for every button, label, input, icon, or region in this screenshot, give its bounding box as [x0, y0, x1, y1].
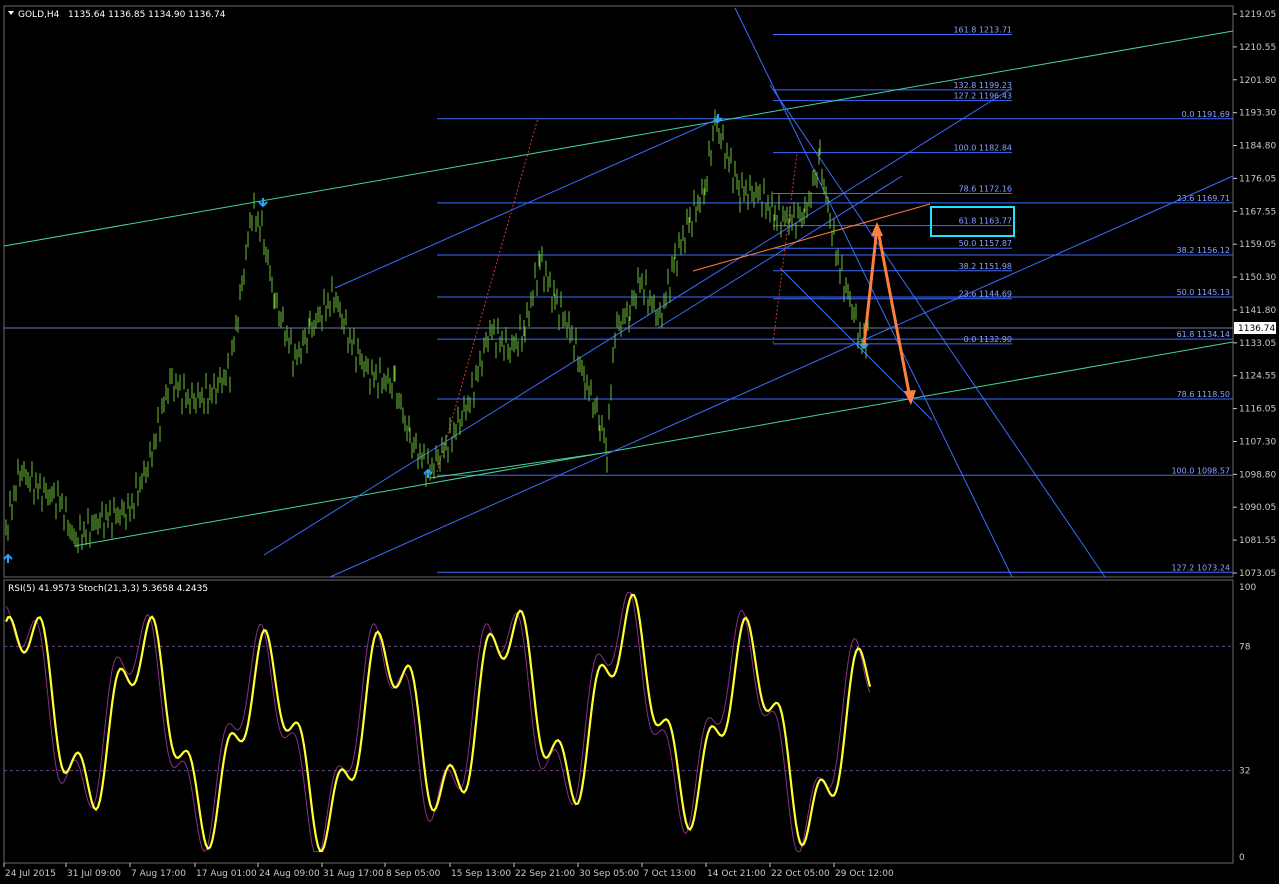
- time-axis-label: 17 Aug 01:00: [196, 869, 257, 879]
- fib-level-label: 38.2 1156.12: [1177, 246, 1230, 255]
- price-axis-label: 1159.05: [1239, 240, 1276, 250]
- indicator-axis-label: 0: [1239, 853, 1245, 863]
- current-price-tag: 1136.74: [1234, 322, 1276, 334]
- fib-level-label: 78.6 1172.16: [959, 185, 1012, 194]
- ohlc-readout: 1135.64 1136.85 1134.90 1136.74: [68, 10, 226, 20]
- symbol-label: GOLD,H4: [18, 10, 60, 20]
- fib-level-label: 38.2 1151.98: [959, 262, 1012, 271]
- time-axis-label: 8 Sep 05:00: [386, 869, 441, 879]
- fib-level-label: 61.8 1134.14: [1177, 330, 1230, 339]
- price-axis-label: 1193.30: [1239, 109, 1276, 119]
- indicator-axis: 100 78 32 0: [1239, 583, 1256, 863]
- price-axis-label: 1201.80: [1239, 76, 1276, 86]
- price-axis-label: 1219.05: [1239, 10, 1276, 20]
- price-axis-label: 1176.05: [1239, 174, 1276, 184]
- indicator-axis-label: 78: [1239, 642, 1251, 652]
- current-price-label: 1136.74: [1238, 324, 1275, 334]
- price-axis-label: 1107.30: [1239, 437, 1276, 447]
- price-axis-label: 1184.80: [1239, 142, 1276, 152]
- chart-header: GOLD,H4 1135.64 1136.85 1134.90 1136.74: [8, 10, 226, 20]
- time-axis-label: 24 Aug 09:00: [259, 869, 320, 879]
- fib-level-label: 0.0 1132.90: [964, 335, 1012, 344]
- indicator-axis-label: 32: [1239, 767, 1250, 777]
- fib-level-label: 61.8 1163.77: [959, 217, 1012, 226]
- time-axis-label: 7 Oct 13:00: [643, 869, 696, 879]
- fib-level-label: 0.0 1191.69: [1182, 110, 1230, 119]
- time-axis-label: 15 Sep 13:00: [451, 869, 511, 879]
- price-axis-label: 1150.30: [1239, 273, 1276, 283]
- time-axis-label: 22 Oct 05:00: [771, 869, 830, 879]
- fib-level-label: 50.0 1157.87: [959, 239, 1012, 248]
- time-axis-label: 7 Aug 17:00: [131, 869, 186, 879]
- price-axis-label: 1124.55: [1239, 372, 1276, 382]
- price-axis-label: 1073.05: [1239, 569, 1276, 579]
- price-axis-label: 1210.55: [1239, 43, 1276, 53]
- price-axis-label: 1116.05: [1239, 405, 1276, 415]
- indicator-axis-label: 100: [1239, 583, 1256, 593]
- price-axis-label: 1141.80: [1239, 306, 1276, 316]
- fib-level-label: 100.0 1182.84: [953, 144, 1012, 153]
- fib-level-label: 23.6 1169.71: [1177, 194, 1230, 203]
- price-axis-label: 1167.55: [1239, 207, 1276, 217]
- time-axis-label: 22 Sep 21:00: [515, 869, 575, 879]
- fib-level-label: 50.0 1145.13: [1177, 288, 1230, 297]
- indicator-label: RSI(5) 41.9573 Stoch(21,3,3) 5.3658 4.24…: [8, 584, 208, 594]
- fib-level-label: 132.8 1199.23: [953, 81, 1012, 90]
- fib-level-label: 127.2 1073.24: [1171, 563, 1230, 572]
- chart-window: GOLD,H4 1135.64 1136.85 1134.90 1136.74 …: [3, 5, 1276, 879]
- price-axis-label: 1133.05: [1239, 339, 1276, 349]
- price-axis: 1219.05 1210.55 1201.80 1193.30 1184.80 1176.…: [1233, 10, 1276, 579]
- time-axis-label: 29 Oct 12:00: [835, 869, 894, 879]
- indicator-panel[interactable]: [3, 579, 1234, 864]
- price-axis-label: 1090.05: [1239, 503, 1276, 513]
- price-panel[interactable]: [3, 5, 1234, 578]
- time-axis-label: 14 Oct 21:00: [707, 869, 766, 879]
- time-axis: 24 Jul 2015 31 Jul 09:00 7 Aug 17:00 17 Aug…: [3, 863, 894, 879]
- fib-level-label: 161.8 1213.71: [953, 25, 1012, 34]
- price-axis-label: 1098.80: [1239, 470, 1276, 480]
- time-axis-label: 31 Aug 17:00: [323, 869, 384, 879]
- time-axis-label: 24 Jul 2015: [5, 869, 56, 879]
- time-axis-label: 30 Sep 05:00: [579, 869, 639, 879]
- price-axis-label: 1081.55: [1239, 536, 1276, 546]
- fib-level-label: 100.0 1098.57: [1171, 466, 1230, 475]
- time-axis-label: 31 Jul 09:00: [67, 869, 121, 879]
- fib-level-label: 78.6 1118.50: [1177, 390, 1230, 399]
